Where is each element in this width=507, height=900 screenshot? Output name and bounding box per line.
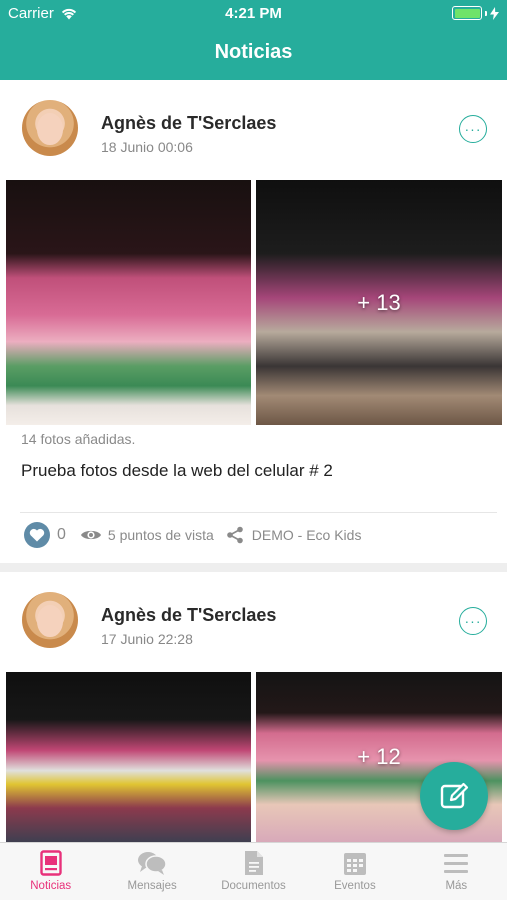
post-author[interactable]: Agnès de T'Serclaes [101,113,276,134]
post-date: 18 Junio 00:06 [101,139,193,155]
more-options-button[interactable]: ··· [459,115,487,143]
tab-eventos[interactable]: Eventos [304,843,405,900]
tab-label: Documentos [221,880,286,892]
avatar[interactable] [22,592,78,648]
views-text: 5 puntos de vista [107,527,214,543]
battery-icon [452,6,499,20]
post-date: 17 Junio 22:28 [101,631,193,647]
avatar[interactable] [22,100,78,156]
tab-noticias[interactable]: Noticias [0,843,101,900]
edit-icon [440,782,469,809]
post-card: Agnès de T'Serclaes 18 Junio 00:06 ··· +… [0,80,507,563]
tab-mas[interactable]: Más [406,843,507,900]
menu-icon [444,854,469,873]
photo-count-text: 14 fotos añadidas. [21,431,136,447]
tab-label: Noticias [30,880,72,892]
heart-icon [29,528,45,542]
post-footer: 0 5 puntos de vista DEMO - Eco Kids [24,522,361,548]
charging-icon [490,6,499,20]
tab-label: Más [445,880,468,892]
status-bar: Carrier 4:21 PM [0,0,507,28]
post-caption: Prueba fotos desde la web del celular # … [21,461,333,480]
post-photo[interactable] [6,180,251,425]
tab-label: Mensajes [127,880,177,892]
ellipsis-icon: ··· [464,121,482,137]
tab-mensajes[interactable]: Mensajes [101,843,202,900]
eye-icon [80,530,101,540]
divider [20,512,497,513]
ellipsis-icon: ··· [464,613,482,629]
share: DEMO - Eco Kids [226,526,362,544]
like-button[interactable] [24,522,50,548]
more-options-button[interactable]: ··· [459,607,487,635]
more-photos-overlay: + 13 [357,289,401,315]
page-title: Noticias [214,41,293,63]
compose-button[interactable] [420,762,488,830]
document-icon [244,851,263,875]
calendar-icon [343,853,366,875]
news-icon [40,850,62,876]
shared-with-text: DEMO - Eco Kids [251,527,362,543]
views: 5 puntos de vista [80,527,214,543]
nav-bar: Noticias [0,28,507,80]
tab-label: Eventos [334,880,376,892]
chat-icon [138,852,167,875]
like-count: 0 [57,526,66,543]
tab-documentos[interactable]: Documentos [203,843,304,900]
status-time: 4:21 PM [225,5,282,22]
post-photo-more[interactable]: + 13 [256,180,502,425]
post-photo[interactable] [6,672,251,842]
share-icon [226,526,243,544]
tab-bar: Noticias Mensajes Documentos Eventos Más [0,842,507,900]
post-author[interactable]: Agnès de T'Serclaes [101,605,276,626]
